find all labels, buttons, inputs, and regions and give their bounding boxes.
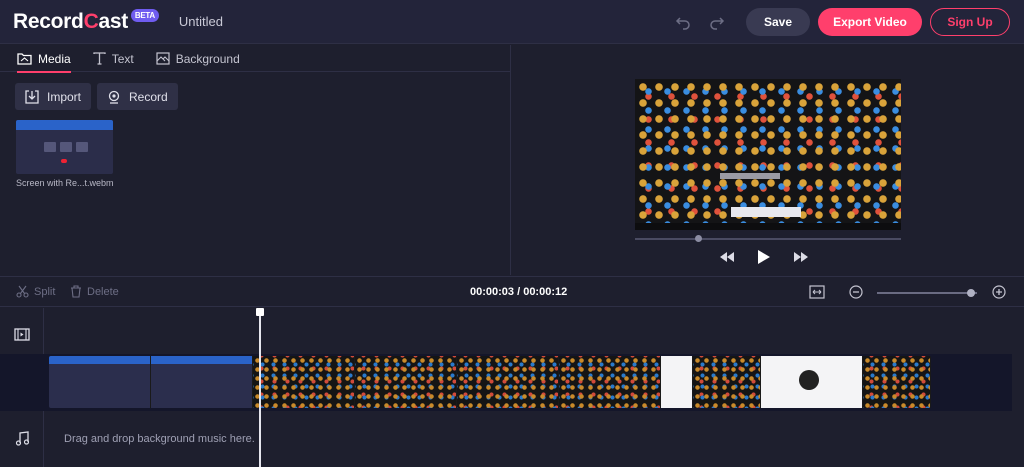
fast-forward-icon[interactable] xyxy=(794,252,808,262)
tab-text-label: Text xyxy=(111,51,134,66)
folder-icon xyxy=(17,53,32,65)
preview-panel xyxy=(512,45,1024,275)
preview-scrubber[interactable] xyxy=(635,235,901,242)
media-item[interactable]: Screen with Re...t.webm xyxy=(16,120,126,188)
app-header: Record Cast BETA Untitled Save Export Vid… xyxy=(0,0,1024,44)
timeline: Drag and drop background music here. xyxy=(0,308,1024,467)
music-drop-zone[interactable]: Drag and drop background music here. xyxy=(64,433,255,445)
tab-media[interactable]: Media xyxy=(17,45,71,73)
playhead-handle[interactable] xyxy=(256,308,264,316)
video-preview[interactable] xyxy=(635,79,901,230)
redo-icon[interactable] xyxy=(706,11,728,33)
webcam-icon xyxy=(108,90,120,104)
media-panel: Media Text Background Import Record Scre… xyxy=(0,45,511,275)
delete-button[interactable]: Delete xyxy=(70,285,119,298)
clip-frame xyxy=(253,356,355,408)
scrubber-handle[interactable] xyxy=(695,235,702,242)
clip-frame xyxy=(693,356,761,408)
text-icon xyxy=(93,52,106,65)
logo-text-3: ast xyxy=(98,9,128,33)
logo-text-2: C xyxy=(83,9,99,33)
logo[interactable]: Record Cast BETA xyxy=(13,9,159,34)
playback-controls xyxy=(720,250,808,264)
scissors-icon xyxy=(16,285,29,298)
clip-frame xyxy=(49,356,151,408)
header-actions: Save Export Video Sign Up xyxy=(672,8,1010,36)
clip-frame xyxy=(559,356,661,408)
zoom-slider[interactable] xyxy=(877,289,977,297)
save-button[interactable]: Save xyxy=(746,8,810,36)
clip-frame xyxy=(661,356,693,408)
video-clip[interactable] xyxy=(49,356,931,408)
play-icon[interactable] xyxy=(758,250,770,264)
clip-frame xyxy=(457,356,559,408)
clip-frame xyxy=(355,356,457,408)
background-icon xyxy=(156,52,170,65)
clip-frame xyxy=(863,356,931,408)
zoom-in-icon[interactable] xyxy=(992,285,1006,304)
panel-tabs: Media Text Background xyxy=(0,45,510,73)
delete-label: Delete xyxy=(87,285,119,298)
record-button[interactable]: Record xyxy=(97,83,178,110)
record-label: Record xyxy=(129,89,168,104)
tab-background-label: Background xyxy=(175,51,240,66)
media-actions: Import Record xyxy=(0,83,510,110)
project-title[interactable]: Untitled xyxy=(179,14,223,29)
split-button[interactable]: Split xyxy=(16,285,55,298)
timeline-toolbar: Split Delete 00:00:03 / 00:00:12 xyxy=(0,276,1024,307)
export-video-button[interactable]: Export Video xyxy=(818,8,922,36)
zoom-out-icon[interactable] xyxy=(849,285,863,304)
clip-frame xyxy=(151,356,253,408)
clip-frame xyxy=(761,356,863,408)
trash-icon xyxy=(71,285,81,298)
media-file-name: Screen with Re...t.webm xyxy=(16,178,114,188)
undo-icon[interactable] xyxy=(672,11,694,33)
sign-up-button[interactable]: Sign Up xyxy=(930,8,1010,36)
tab-background[interactable]: Background xyxy=(156,45,240,72)
music-note-icon xyxy=(15,431,30,451)
media-thumbnail xyxy=(16,120,113,174)
playhead[interactable] xyxy=(256,308,264,467)
tab-media-label: Media xyxy=(38,51,71,66)
import-label: Import xyxy=(47,89,82,104)
import-button[interactable]: Import xyxy=(15,83,92,110)
split-label: Split xyxy=(34,285,56,298)
fit-timeline-icon[interactable] xyxy=(809,284,825,305)
tab-text[interactable]: Text xyxy=(93,45,134,72)
video-track-icon xyxy=(14,328,30,346)
logo-text-1: Record xyxy=(13,9,84,33)
beta-badge: BETA xyxy=(130,9,159,22)
import-icon xyxy=(25,89,39,104)
timecode: 00:00:03 / 00:00:12 xyxy=(470,286,568,298)
zoom-slider-handle[interactable] xyxy=(967,289,975,297)
rewind-icon[interactable] xyxy=(720,252,734,262)
